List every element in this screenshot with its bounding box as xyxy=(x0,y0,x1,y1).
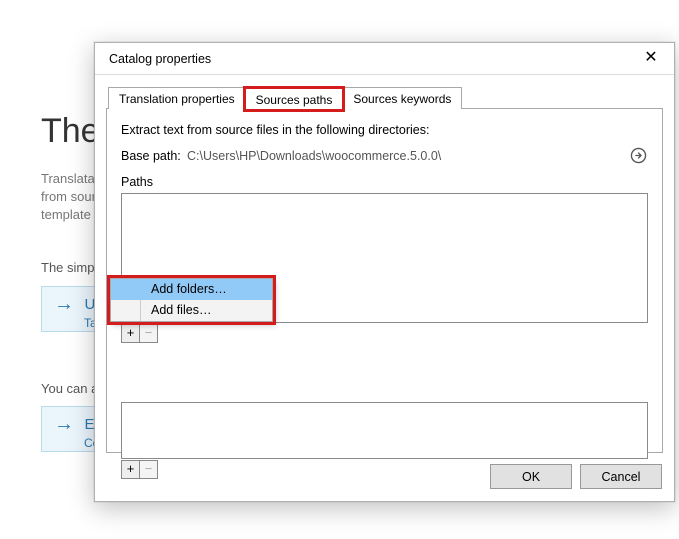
extract-instruction-label: Extract text from source files in the fo… xyxy=(121,123,429,137)
excluded-add-remove-row: + − xyxy=(121,460,158,479)
excluded-paths-listbox[interactable] xyxy=(121,402,648,459)
arrow-right-icon: → xyxy=(54,293,74,315)
paths-label: Paths xyxy=(121,175,153,189)
plus-icon: + xyxy=(127,461,135,476)
base-path-label: Base path: xyxy=(121,149,181,163)
excluded-remove-button: − xyxy=(139,460,158,479)
tabs-bar: Translation properties Sources paths Sou… xyxy=(108,87,462,109)
dialog-titlebar: Catalog properties ✕ xyxy=(95,43,674,75)
minus-icon: − xyxy=(145,461,153,476)
dialog-buttons: OK Cancel xyxy=(490,464,662,489)
add-popup-menu: Add folders… Add files… xyxy=(110,278,273,322)
plus-icon: + xyxy=(127,325,135,340)
add-files-menuitem[interactable]: Add files… xyxy=(111,300,272,321)
close-button[interactable]: ✕ xyxy=(628,43,674,74)
base-path-value: C:\Users\HP\Downloads\woocommerce.5.0.0\ xyxy=(187,149,441,163)
tab-sources-paths[interactable]: Sources paths xyxy=(245,88,344,110)
add-folders-menuitem[interactable]: Add folders… xyxy=(111,279,272,300)
arrow-circle-right-icon xyxy=(630,147,647,164)
paths-remove-button: − xyxy=(139,324,158,343)
tab-translation-properties[interactable]: Translation properties xyxy=(108,87,246,109)
excluded-add-button[interactable]: + xyxy=(121,460,140,479)
paths-add-button[interactable]: + xyxy=(121,324,140,343)
paths-add-remove-row: + − xyxy=(121,324,158,343)
close-icon: ✕ xyxy=(644,49,657,66)
arrow-right-icon: → xyxy=(54,413,74,435)
catalog-properties-dialog: Catalog properties ✕ Translation propert… xyxy=(94,42,675,502)
minus-icon: − xyxy=(145,325,153,340)
open-base-path-button[interactable] xyxy=(630,147,648,165)
cancel-button[interactable]: Cancel xyxy=(580,464,662,489)
tab-sources-keywords[interactable]: Sources keywords xyxy=(342,87,462,109)
ok-button[interactable]: OK xyxy=(490,464,572,489)
bg-heading: The xyxy=(41,112,100,151)
dialog-title: Catalog properties xyxy=(109,52,211,66)
